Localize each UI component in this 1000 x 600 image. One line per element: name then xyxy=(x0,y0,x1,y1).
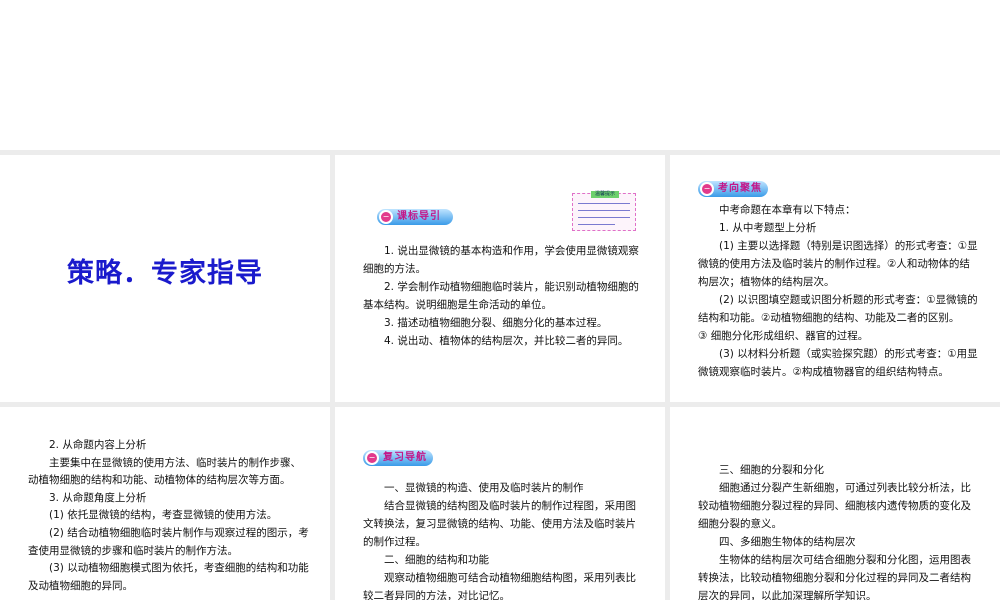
text-line: 四、多细胞生物体的结构层次 xyxy=(719,536,856,548)
text-line: (2) 结合动植物细胞临时装片制作与观察过程的图示，考查使用显微镜的步骤和临时装… xyxy=(28,526,309,557)
tip-box: 温馨提示 xyxy=(572,191,636,231)
slide-thumbnail-3[interactable]: − 考向聚焦 中考命题在本章有以下特点： 1. 从中考题型上分析 (1) 主要以选… xyxy=(670,155,1000,402)
text-line: 3. 从命题角度上分析 xyxy=(49,491,147,504)
text-line: (2) 以识图填空题或识图分析题的形式考查：①显微镜的结构和功能。②动植物细胞的… xyxy=(698,294,978,324)
text-line: (3) 以动植物细胞模式图为依托，考查细胞的结构和功能及动植物细胞的异同。 xyxy=(28,562,309,592)
text-line: 二、细胞的结构和功能 xyxy=(384,554,489,566)
slide-body: 一、显微镜的构造、使用及临时装片的制作 结合显微镜的结构图及临时装片的制作过程图… xyxy=(363,479,645,600)
slide-body: 1. 说出显微镜的基本构造和作用，学会使用显微镜观察细胞的方法。 2. 学会制作… xyxy=(363,242,645,350)
text-line: 三、细胞的分裂和分化 xyxy=(719,464,824,476)
slide-body: 中考命题在本章有以下特点： 1. 从中考题型上分析 (1) 主要以选择题（特别是… xyxy=(698,201,980,381)
badge-label: 考向聚焦 xyxy=(718,183,762,194)
slide-thumbnail-6[interactable]: 三、细胞的分裂和分化 细胞通过分裂产生新细胞，可通过列表比较分析法，比较动植物细… xyxy=(670,407,1000,600)
badge-label: 复习导航 xyxy=(383,452,427,463)
slide-thumbnail-4[interactable]: 2. 从命题内容上分析 主要集中在显微镜的使用方法、临时装片的制作步骤、动植物细… xyxy=(0,407,330,600)
circle-icon: − xyxy=(700,182,714,196)
tip-title: 温馨提示 xyxy=(591,191,619,198)
text-line: 2. 学会制作动植物细胞临时装片，能识别动植物细胞的基本结构。说明细胞是生命活动… xyxy=(363,281,639,311)
text-line: 观察动植物细胞可结合动植物细胞结构图，采用列表比较二者异同的方法，对比记忆。 xyxy=(363,572,636,600)
text-line: 1. 从中考题型上分析 xyxy=(719,222,817,234)
text-line: 主要集中在显微镜的使用方法、临时装片的制作步骤、动植物细胞的结构和功能、动植物体… xyxy=(28,456,301,487)
section-badge: − 复习导航 xyxy=(363,450,433,466)
text-line: (3) 以材料分析题（或实验探究题）的形式考查：①用显微镜观察临时装片。②构成植… xyxy=(698,348,978,378)
text-line: 2. 从命题内容上分析 xyxy=(49,439,147,451)
slide-thumbnail-5[interactable]: − 复习导航 一、显微镜的构造、使用及临时装片的制作 结合显微镜的结构图及临时装片… xyxy=(335,407,665,600)
text-line: 细胞通过分裂产生新细胞，可通过列表比较分析法，比较动植物细胞分裂过程的异同、细胞… xyxy=(698,482,971,530)
text-line: 1. 说出显微镜的基本构造和作用，学会使用显微镜观察细胞的方法。 xyxy=(363,245,639,275)
slide-thumbnail-2[interactable]: − 课标导引 温馨提示 1. 说出显微镜的基本构造和作用，学会使用显微镜观察细胞的… xyxy=(335,155,665,402)
badge-label: 课标导引 xyxy=(397,211,441,222)
blank-top-area xyxy=(0,0,1000,150)
circle-icon: − xyxy=(365,451,379,465)
slide-thumbnail-1[interactable]: 策略．专家指导 xyxy=(0,155,330,402)
text-line: 生物体的结构层次可结合细胞分裂和分化图，运用图表转换法，比较动植物细胞分裂和分化… xyxy=(698,554,971,600)
text-line: (1) 主要以选择题（特别是识图选择）的形式考查：①显微镜的使用方法及临时装片的… xyxy=(698,240,978,288)
text-line: ③ 细胞分化形成组织、器官的过程。 xyxy=(698,330,869,342)
text-line: (1) 依托显微镜的结构，考查显微镜的使用方法。 xyxy=(49,509,278,522)
text-line: 3. 描述动植物细胞分裂、细胞分化的基本过程。 xyxy=(384,317,608,329)
slide-title: 策略．专家指导 xyxy=(67,258,263,289)
section-badge: − 考向聚焦 xyxy=(698,181,768,197)
text-line: 中考命题在本章有以下特点： xyxy=(719,204,856,216)
text-line: 4. 说出动、植物体的结构层次，并比较二者的异同。 xyxy=(384,335,629,347)
text-line: 一、显微镜的构造、使用及临时装片的制作 xyxy=(384,482,584,494)
circle-icon: − xyxy=(379,210,393,224)
slide-body: 三、细胞的分裂和分化 细胞通过分裂产生新细胞，可通过列表比较分析法，比较动植物细… xyxy=(698,461,980,600)
section-badge: − 课标导引 xyxy=(377,209,453,225)
slide-body: 2. 从命题内容上分析 主要集中在显微镜的使用方法、临时装片的制作步骤、动植物细… xyxy=(28,437,310,595)
text-line: 结合显微镜的结构图及临时装片的制作过程图，采用图文转换法，复习显微镜的结构、功能… xyxy=(363,500,636,548)
